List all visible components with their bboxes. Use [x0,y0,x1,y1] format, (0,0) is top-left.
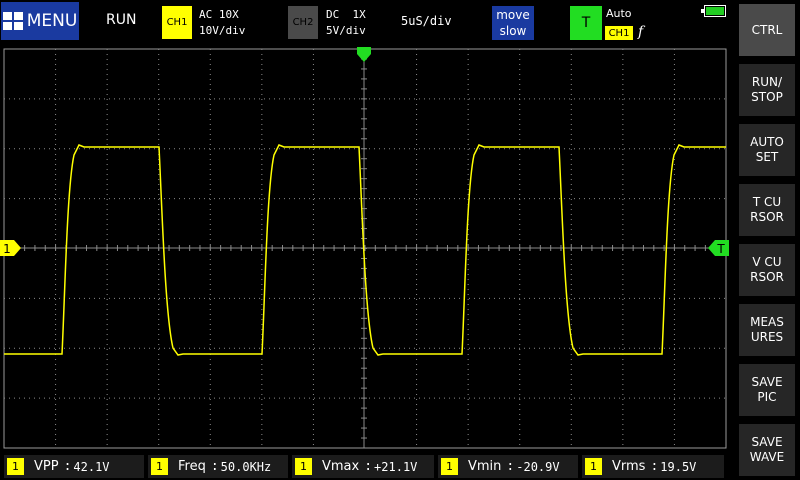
measurement-name: Freq [178,459,206,474]
ch1-level-marker-label: 1 [3,242,11,256]
panel-button-7[interactable]: SAVE WAVE [739,424,795,476]
measurement-item[interactable]: 1 VPP:42.1V [4,455,144,478]
measurement-value: +21.1V [374,459,418,474]
measurement-value: -20.9V [516,459,560,474]
measurement-source: 1 [7,458,24,475]
trigger-edge-icon: f [638,24,644,40]
move-mode-button[interactable]: move slow [492,6,534,40]
trigger-mode[interactable]: Auto [606,7,632,20]
measurement-item[interactable]: 1 Vrms:19.5V [582,455,724,478]
run-state[interactable]: RUN [106,12,136,28]
measurement-item[interactable]: 1 Vmax: +21.1V [292,455,434,478]
trigger-source[interactable]: CH1 [605,26,633,40]
ch2-info[interactable]: DC 1X 5V/div [326,7,366,39]
measurement-item[interactable]: 1 Vmin: -20.9V [438,455,578,478]
measurement-separator: : [364,459,373,474]
ch2-scale: 5V/div [326,24,366,37]
battery-icon [701,5,726,17]
measurement-item[interactable]: 1 Freq:50.0KHz [148,455,288,478]
ch1-scale: 10V/div [199,24,246,37]
measurement-source: 1 [295,458,312,475]
move-mode-line1: move [496,8,530,22]
timebase[interactable]: 5uS/div [401,14,452,28]
trigger-time-marker [357,47,371,54]
ch1-coupling: AC 10X [199,8,239,21]
measurement-source: 1 [441,458,458,475]
measurement-value: 19.5V [660,459,697,474]
trigger-time-marker-arrow [357,54,371,62]
status-bar: MENU RUN CH1 AC 10X 10V/div CH2 DC 1X 5V… [0,0,734,44]
waveform-svg: 1T [0,47,729,449]
waveform-display[interactable]: 1T [0,44,730,454]
battery-level [706,7,724,15]
move-mode-line2: slow [499,24,527,38]
panel-button-4[interactable]: V CU RSOR [739,244,795,296]
panel-button-3[interactable]: T CU RSOR [739,184,795,236]
measurement-separator: : [210,459,219,474]
measurement-name: Vmax [322,459,360,474]
panel-button-1[interactable]: RUN/ STOP [739,64,795,116]
measurement-source: 1 [151,458,168,475]
measurement-source: 1 [585,458,602,475]
measurement-separator: : [506,459,515,474]
measurement-separator: : [63,459,72,474]
panel-button-5[interactable]: MEAS URES [739,304,795,356]
measurement-value: 50.0KHz [220,459,272,474]
ch2-tag[interactable]: CH2 [288,6,318,39]
measurement-name: Vmin [468,459,502,474]
trigger-tag[interactable]: T [570,6,602,40]
ch1-tag[interactable]: CH1 [162,6,192,39]
ch1-info[interactable]: AC 10X 10V/div [199,7,245,39]
trigger-level-marker-label: T [716,242,725,256]
measurement-bar: 1 VPP:42.1V 1 Freq:50.0KHz 1 Vmax: +21.1V 1 Vmin… [0,453,734,480]
menu-grid-icon [2,12,23,30]
menu-label: MENU [26,11,78,31]
panel-button-2[interactable]: AUTO SET [739,124,795,176]
panel-button-6[interactable]: SAVE PIC [739,364,795,416]
ch2-coupling: DC 1X [326,8,366,21]
panel-button-0[interactable]: CTRL [739,4,795,56]
function-panel: CTRL RUN/ STOP AUTO SET T CU RSOR V CU RSOR M… [734,0,800,480]
measurement-value: 42.1V [73,459,110,474]
measurement-separator: : [650,459,659,474]
measurement-name: Vrms [612,459,646,474]
menu-button[interactable]: MENU [1,2,79,40]
measurement-name: VPP [34,459,59,474]
